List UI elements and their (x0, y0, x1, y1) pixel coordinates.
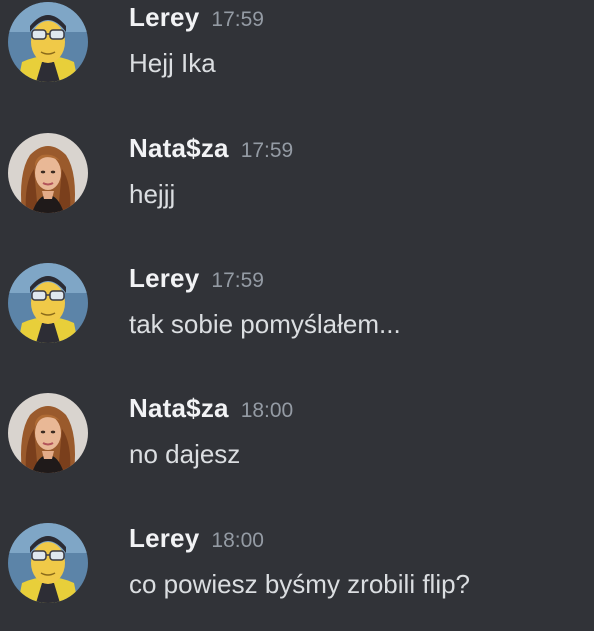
yellow-hero-avatar[interactable] (8, 523, 88, 603)
author-name[interactable]: Lerey (129, 2, 199, 32)
message-header: Lerey 17:59 (129, 2, 264, 38)
author-name[interactable]: Lerey (129, 523, 199, 553)
message-text: hejjj (129, 179, 176, 209)
message-header: Nata$za 18:00 (129, 393, 293, 429)
message-text: Hejj Ika (129, 48, 216, 78)
message[interactable]: Lerey 18:00 co powiesz byśmy zrobili flip… (0, 521, 594, 631)
message-text: tak sobie pomyślałem... (129, 309, 401, 339)
message-timestamp: 17:59 (211, 8, 264, 31)
message[interactable]: Lerey 17:59 tak sobie pomyślałem... (0, 261, 594, 371)
message-timestamp: 18:00 (240, 399, 294, 422)
message[interactable]: Nata$za 18:00 no dajesz (0, 391, 594, 501)
author-name[interactable]: Nata$za (129, 133, 229, 163)
woman-portrait-avatar[interactable] (8, 393, 88, 473)
message[interactable]: Lerey 17:59 Hejj Ika (0, 0, 594, 110)
message-header: Lerey 17:59 (129, 263, 264, 299)
yellow-hero-avatar[interactable] (8, 263, 88, 343)
author-name[interactable]: Lerey (129, 263, 199, 293)
woman-portrait-avatar-image (8, 133, 88, 213)
woman-portrait-avatar-image (8, 393, 88, 473)
message[interactable]: Nata$za 17:59 hejjj (0, 131, 594, 241)
message-timestamp: 17:59 (211, 269, 264, 292)
message-header: Lerey 18:00 (129, 523, 264, 559)
yellow-hero-avatar-image (8, 263, 88, 343)
message-timestamp: 17:59 (240, 139, 294, 162)
message-timestamp: 18:00 (211, 529, 264, 552)
yellow-hero-avatar[interactable] (8, 2, 88, 82)
author-name[interactable]: Nata$za (129, 393, 229, 423)
message-text: co powiesz byśmy zrobili flip? (129, 569, 471, 599)
message-text: no dajesz (129, 439, 241, 469)
message-header: Nata$za 17:59 (129, 133, 293, 169)
yellow-hero-avatar-image (8, 2, 88, 82)
woman-portrait-avatar[interactable] (8, 133, 88, 213)
yellow-hero-avatar-image (8, 523, 88, 603)
chat-messages: Lerey 17:59 Hejj Ika Nata$za 17:59 hejjj L… (0, 0, 594, 628)
